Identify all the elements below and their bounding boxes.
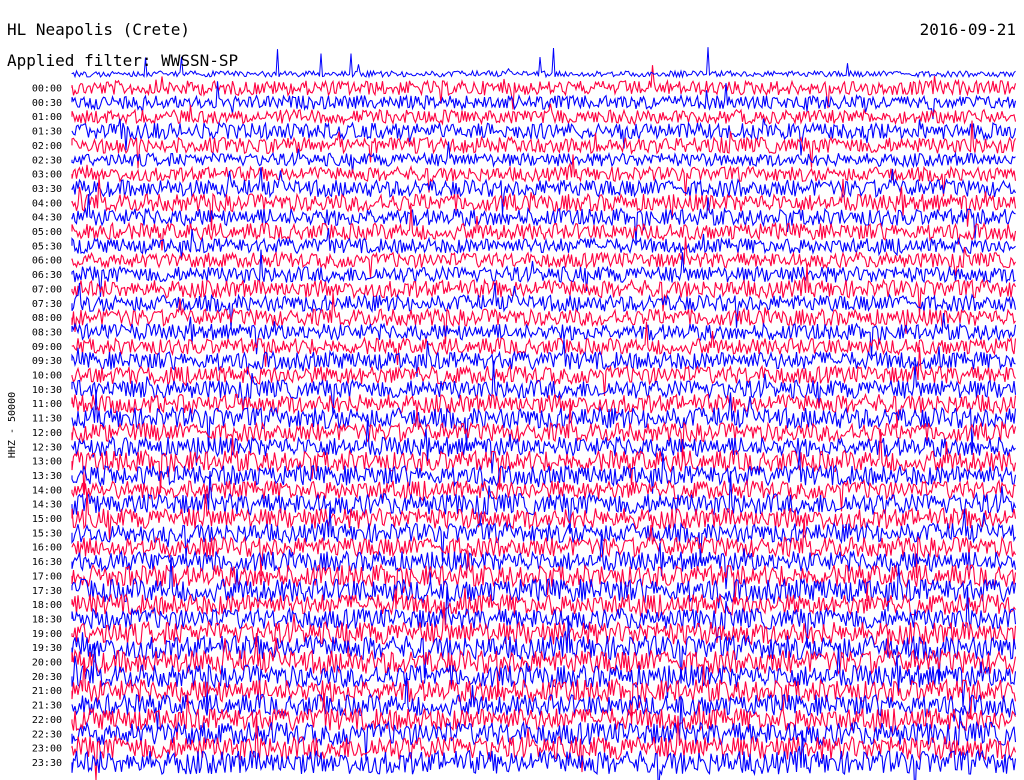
y-tick-label: 12:30 [32, 442, 62, 453]
y-tick-label: 01:30 [32, 127, 62, 138]
y-tick-label: 19:30 [32, 643, 62, 654]
trace-line [71, 586, 1017, 648]
y-tick-label: 20:00 [32, 658, 62, 669]
y-axis-label: HHZ - 50000 [7, 392, 18, 458]
y-tick-label: 16:30 [32, 557, 62, 568]
y-tick-label: 01:00 [32, 112, 62, 123]
trace-line [71, 404, 1017, 462]
helicorder-plot: 00:00 00:30 01:00 01:30 02:00 02:30 03:00 03:30… [7, 47, 1017, 780]
y-tick-label: 09:00 [32, 342, 62, 353]
trace-line [71, 534, 1017, 590]
y-tick-label: 10:30 [32, 385, 62, 396]
y-tick-labels: 00:00 00:30 01:00 01:30 02:00 02:30 03:00 03:30… [32, 84, 62, 769]
y-tick-label: 22:30 [32, 729, 62, 740]
y-tick-label: 10:00 [32, 371, 62, 382]
trace-line [71, 103, 1017, 126]
y-tick-label: 12:00 [32, 428, 62, 439]
y-tick-label: 11:30 [32, 414, 62, 425]
y-tick-label: 00:00 [32, 84, 62, 95]
y-tick-label: 20:30 [32, 672, 62, 683]
y-tick-label: 06:00 [32, 256, 62, 267]
y-tick-label: 21:00 [32, 686, 62, 697]
trace-line [71, 120, 1017, 169]
y-tick-label: 16:00 [32, 543, 62, 554]
y-tick-label: 00:30 [32, 98, 62, 109]
y-tick-label: 14:00 [32, 485, 62, 496]
trace-group [71, 47, 1017, 780]
y-tick-label: 22:00 [32, 715, 62, 726]
y-tick-label: 09:30 [32, 356, 62, 367]
y-tick-label: 07:30 [32, 299, 62, 310]
y-tick-label: 08:30 [32, 327, 62, 338]
y-tick-label: 03:30 [32, 184, 62, 195]
y-tick-label: 13:30 [32, 471, 62, 482]
y-tick-label: 19:00 [32, 629, 62, 640]
y-tick-label: 17:00 [32, 571, 62, 582]
trace-line [71, 489, 1017, 540]
y-tick-label: 14:30 [32, 500, 62, 511]
trace-line [71, 389, 1017, 451]
y-tick-label: 04:30 [32, 213, 62, 224]
y-tick-label: 08:00 [32, 313, 62, 324]
station-title: HL Neapolis (Crete) [7, 20, 191, 39]
y-tick-label: 23:30 [32, 758, 62, 769]
y-tick-label: 11:00 [32, 399, 62, 410]
y-tick-label: 03:00 [32, 170, 62, 181]
y-tick-label: 21:30 [32, 701, 62, 712]
y-tick-label: 18:30 [32, 614, 62, 625]
y-tick-label: 18:00 [32, 600, 62, 611]
y-tick-label: 02:00 [32, 141, 62, 152]
y-tick-label: 13:00 [32, 457, 62, 468]
y-tick-label: 07:00 [32, 284, 62, 295]
date-label: 2016-09-21 [919, 20, 1016, 39]
y-tick-label: 23:00 [32, 744, 62, 755]
y-tick-label: 15:00 [32, 514, 62, 525]
filter-label: Applied filter: WWSSN-SP [7, 51, 239, 70]
y-tick-label: 06:30 [32, 270, 62, 281]
y-tick-label: 02:30 [32, 155, 62, 166]
y-tick-label: 05:00 [32, 227, 62, 238]
y-tick-label: 05:30 [32, 241, 62, 252]
seismogram-chart: 00:00 00:30 01:00 01:30 02:00 02:30 03:00 03:30… [0, 0, 1024, 780]
y-tick-label: 04:00 [32, 198, 62, 209]
y-tick-label: 17:30 [32, 586, 62, 597]
y-tick-label: 15:30 [32, 528, 62, 539]
